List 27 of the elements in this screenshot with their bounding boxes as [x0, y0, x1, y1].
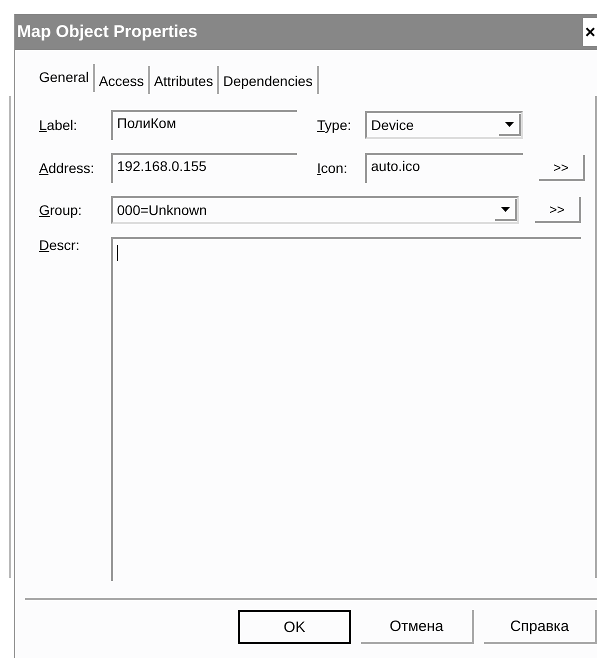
- tab[interactable]: Dependencies: [219, 66, 319, 94]
- address-field[interactable]: 192.168.0.155: [111, 153, 297, 183]
- field-label: Address:: [39, 160, 96, 176]
- field-label: Icon:: [317, 160, 348, 176]
- caret-icon: [500, 206, 510, 212]
- tab[interactable]: General: [35, 64, 95, 92]
- tab[interactable]: Attributes: [150, 66, 220, 94]
- description-field[interactable]: [111, 237, 581, 581]
- label-field[interactable]: ПолиКом: [111, 110, 297, 140]
- field-label: Label:: [39, 117, 78, 133]
- dropdown-button[interactable]: [495, 199, 517, 221]
- dialog-button[interactable]: Отмена: [361, 610, 474, 644]
- field-label: Type:: [317, 117, 352, 133]
- dialog-button[interactable]: OK: [238, 610, 351, 644]
- window-title: Map Object Properties: [17, 22, 198, 42]
- caret-icon: [504, 122, 514, 126]
- browse-button[interactable]: >>: [535, 197, 581, 223]
- tab[interactable]: Access: [94, 66, 150, 94]
- browse-button[interactable]: >>: [539, 155, 585, 181]
- dialog-button[interactable]: Справка: [484, 610, 597, 644]
- dropdown-button[interactable]: [499, 114, 521, 136]
- group-dropdown[interactable]: 000=Unknown: [111, 196, 519, 224]
- icon-field[interactable]: auto.ico: [365, 153, 523, 183]
- type-dropdown[interactable]: Device: [365, 111, 523, 139]
- close-button[interactable]: ×: [583, 18, 597, 46]
- field-label: Group:: [39, 202, 83, 218]
- field-label: Descr:: [39, 237, 80, 253]
